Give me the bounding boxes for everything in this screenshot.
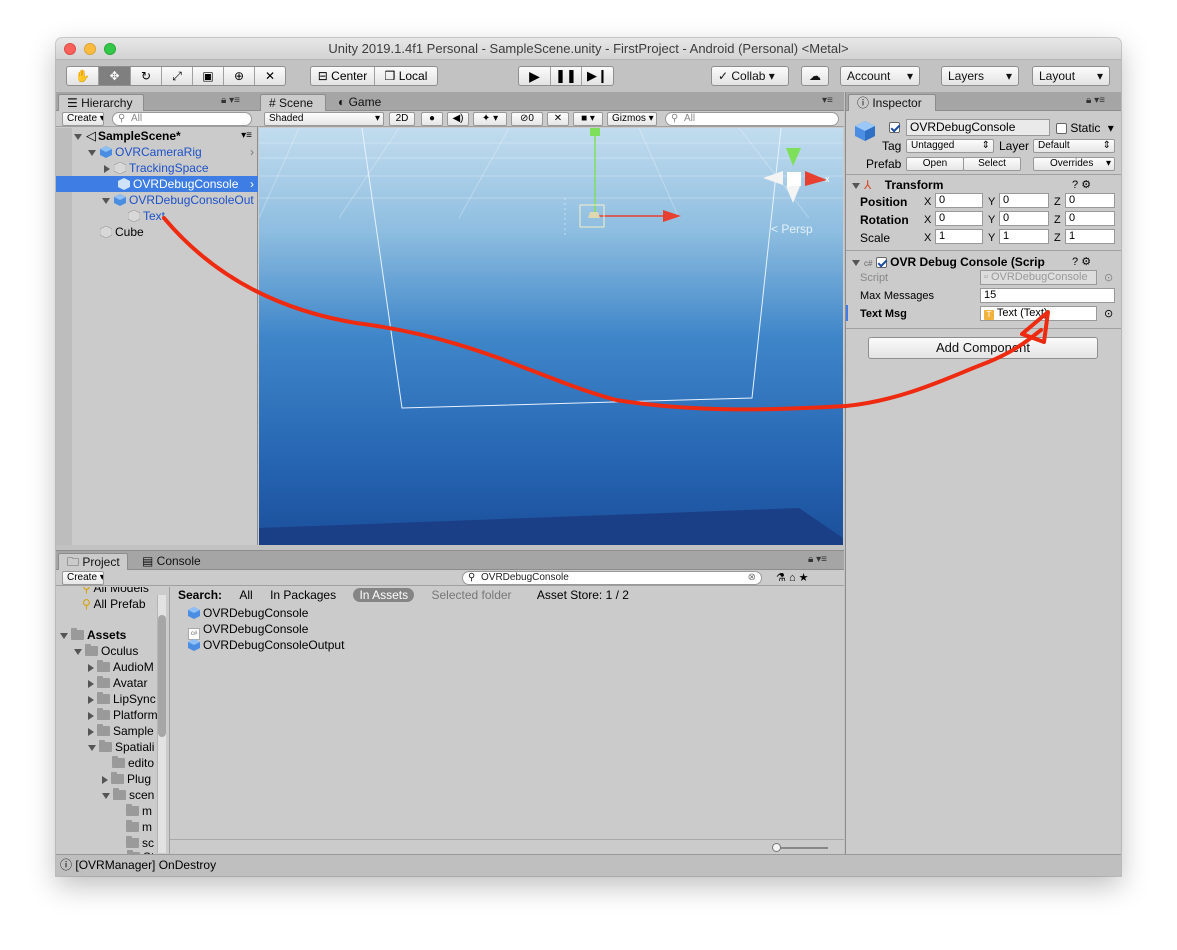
annotation-arrow bbox=[162, 216, 1050, 412]
unity-editor-window: Unity 2019.1.4f1 Personal - SampleScene.… bbox=[56, 38, 1121, 876]
annotation-arrowhead bbox=[1020, 310, 1050, 344]
annotation-stroke bbox=[162, 216, 1043, 412]
